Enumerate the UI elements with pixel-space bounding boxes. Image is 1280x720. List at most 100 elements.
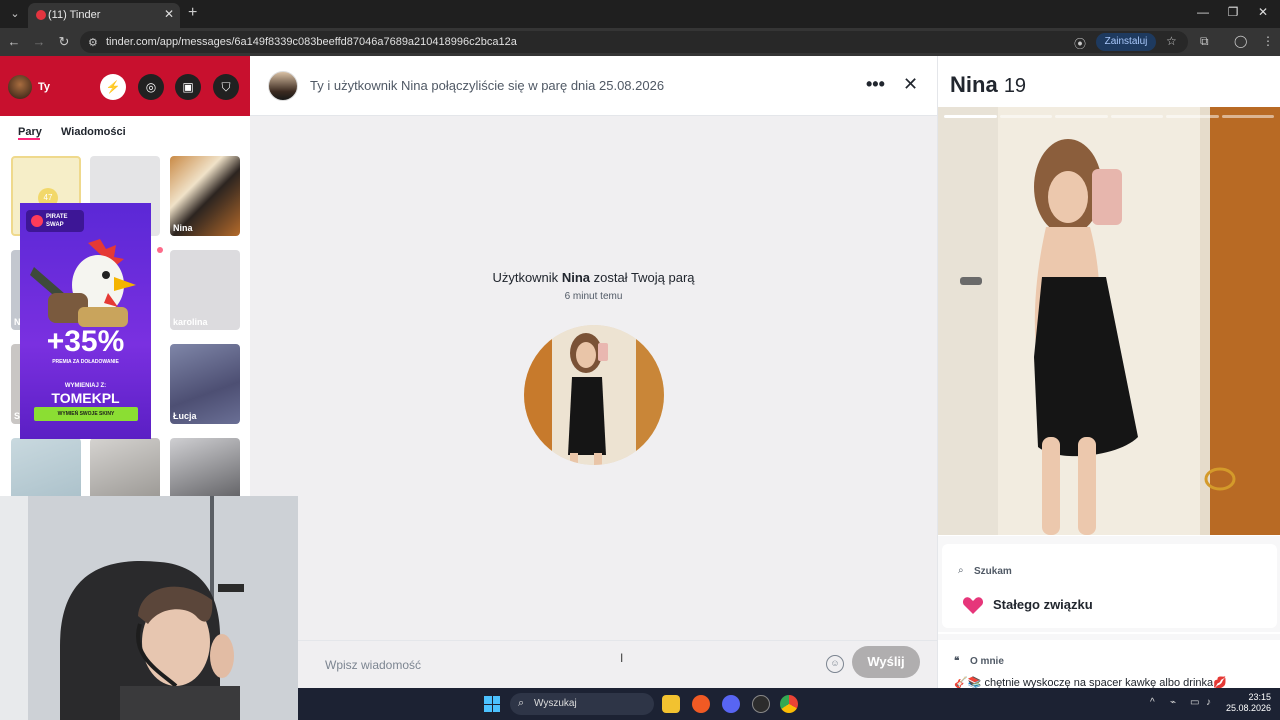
match-suffix: został Twoją parą	[593, 270, 695, 285]
ad-promo-code: TOMEKPL	[51, 390, 120, 406]
match-name: karolina	[173, 317, 208, 327]
more-options-icon[interactable]: •••	[866, 74, 885, 95]
rooster-mascot-icon	[30, 239, 136, 327]
webcam-feed	[0, 496, 298, 720]
location-icon[interactable]: ⦿	[1074, 35, 1086, 52]
about-text: 🎸📚 chętnie wyskoczę na spacer kawkę albo…	[954, 677, 1227, 688]
volume-icon[interactable]: ♪	[1206, 697, 1211, 708]
taskbar-search-label: Wyszukaj	[534, 698, 577, 709]
window-close-icon[interactable]: ✕	[1252, 5, 1274, 19]
about-card: ❝ O mnie 🎸📚 chętnie wyskoczę na spacer k…	[938, 634, 1280, 688]
emoji-icon[interactable]: ☺	[826, 655, 844, 673]
restore-icon[interactable]: ❐	[1222, 5, 1244, 19]
match-prefix: Użytkownik	[492, 270, 559, 285]
sidebar-header: Ty ⚡ ◎ ▣ ⛉	[0, 56, 250, 116]
minimize-icon[interactable]: —	[1192, 5, 1214, 19]
tab-matches[interactable]: Pary	[18, 126, 42, 138]
chat-header: Ty i użytkownik Nina połączyliście się w…	[250, 56, 937, 116]
profile-age: 19	[1003, 75, 1027, 97]
match-tile-karolina[interactable]: karolina	[170, 250, 240, 330]
webcam-overlay	[0, 496, 298, 720]
match-name: Nina	[173, 223, 193, 233]
file-explorer-icon[interactable]	[662, 695, 680, 713]
match-tile[interactable]	[90, 438, 160, 496]
ad-brand-text: PIRATE SWAP	[46, 214, 68, 228]
battery-icon[interactable]: ▭	[1190, 697, 1199, 708]
profile-name: Nina 19	[950, 72, 1026, 98]
ad-exchange-label: WYMIENIAJ Z:	[64, 383, 107, 389]
photo-pip[interactable]	[944, 115, 997, 118]
match-announcement: Użytkownik Nina został Twoją parą	[250, 270, 937, 285]
match-profile-photo[interactable]	[524, 325, 664, 465]
text-cursor-icon: I	[620, 651, 624, 665]
windows-taskbar: ⌕ Wyszukaj ^ ⌁ ▭ ♪ 23:15 25.08.2026	[298, 688, 1280, 720]
back-icon[interactable]: ←	[6, 34, 22, 49]
promo-ad-overlay[interactable]: PIRATE SWAP +35% PREMIA ZA DOŁADOWANIE W…	[20, 203, 151, 439]
tab-messages[interactable]: Wiadomości	[61, 126, 126, 138]
shield-icon[interactable]: ⛉	[213, 74, 239, 100]
close-chat-icon[interactable]: ✕	[903, 74, 918, 95]
ad-brand-logo: PIRATE SWAP	[26, 210, 84, 232]
chat-title: Ty i użytkownik Nina połączyliście się w…	[310, 78, 665, 93]
ad-subtitle: PREMIA ZA DOŁADOWANIE	[52, 359, 119, 365]
ad-cta-button[interactable]: WYMIEŃ SWOJE SKINY	[34, 407, 138, 421]
windows-start-icon[interactable]	[484, 696, 500, 712]
steam-icon[interactable]	[752, 695, 770, 713]
tray-chevron-icon[interactable]: ^	[1150, 697, 1155, 708]
explore-icon[interactable]: ◎	[138, 74, 164, 100]
message-input[interactable]: Wpisz wiadomość	[325, 658, 421, 672]
profile-photo[interactable]	[938, 107, 1280, 535]
heart-icon	[962, 597, 984, 614]
reload-icon[interactable]: ↻	[56, 34, 72, 50]
chrome-icon[interactable]	[780, 695, 798, 713]
avatar[interactable]	[8, 75, 32, 99]
bookmark-star-icon[interactable]: ☆	[1166, 34, 1177, 48]
tray-clock[interactable]: 23:15 25.08.2026	[1226, 692, 1271, 714]
tab-search-icon[interactable]: ⌄	[6, 5, 24, 23]
profile-icon[interactable]: ◯	[1234, 34, 1247, 48]
extensions-icon[interactable]: ⧉	[1200, 34, 1209, 49]
profile-photo-illustration	[938, 107, 1280, 535]
match-tile-lucja[interactable]: Łucja	[170, 344, 240, 424]
match-tile-nina[interactable]: Nina	[170, 156, 240, 236]
menu-kebab-icon[interactable]: ⋮	[1262, 34, 1274, 48]
profile-panel: Nina 19 ⌕ Szukam Stałego związku ❝ O mni…	[937, 56, 1280, 688]
message-composer: Wpisz wiadomość ☺ Wyślij	[298, 640, 937, 688]
browser-tab-bar: ⌄ (11) Tinder ✕ + — ❐ ✕	[0, 0, 1280, 28]
photo-pip[interactable]	[1055, 115, 1108, 118]
new-tab-icon[interactable]: +	[188, 4, 197, 22]
chat-avatar[interactable]	[268, 71, 298, 101]
tab-close-icon[interactable]: ✕	[164, 7, 174, 21]
boost-icon[interactable]: ⚡	[100, 74, 126, 100]
photo-pip[interactable]	[1166, 115, 1219, 118]
profile-name-text: Nina	[950, 72, 998, 97]
site-info-icon[interactable]: ⚙	[88, 36, 98, 49]
chat-body: Użytkownik Nina został Twoją parą 6 minu…	[250, 117, 937, 640]
discord-icon[interactable]	[722, 695, 740, 713]
taskbar-search[interactable]: ⌕ Wyszukaj	[510, 693, 654, 715]
looking-for-value: Stałego związku	[993, 597, 1093, 612]
active-tab-indicator	[18, 138, 40, 140]
match-tile[interactable]	[11, 438, 81, 496]
match-tile[interactable]	[170, 438, 240, 496]
forward-icon[interactable]: →	[31, 34, 47, 49]
quote-icon: ❝	[954, 656, 960, 667]
brave-browser-icon[interactable]	[692, 695, 710, 713]
match-timestamp: 6 minut temu	[564, 291, 623, 302]
briefcase-icon[interactable]: ▣	[175, 74, 201, 100]
send-button[interactable]: Wyślij	[852, 646, 920, 678]
search-icon: ⌕	[518, 697, 525, 709]
photo-pip[interactable]	[999, 115, 1052, 118]
tab-title: (11) Tinder	[48, 9, 101, 21]
sidebar-tabs: Pary Wiadomości	[0, 116, 250, 152]
photo-pip[interactable]	[1110, 115, 1163, 118]
url-text: tinder.com/app/messages/6a149f8339c083be…	[106, 36, 517, 48]
ad-bonus-percent: +35%	[46, 325, 125, 358]
match-name: Łucja	[173, 411, 197, 421]
browser-tab[interactable]: (11) Tinder ✕	[28, 3, 180, 28]
user-name[interactable]: Ty	[38, 81, 50, 93]
install-app-button[interactable]: Zainstaluj	[1096, 33, 1156, 51]
network-icon[interactable]: ⌁	[1170, 697, 1176, 708]
url-input[interactable]: ⚙ tinder.com/app/messages/6a149f8339c083…	[80, 31, 1188, 53]
photo-pip[interactable]	[1221, 115, 1274, 118]
